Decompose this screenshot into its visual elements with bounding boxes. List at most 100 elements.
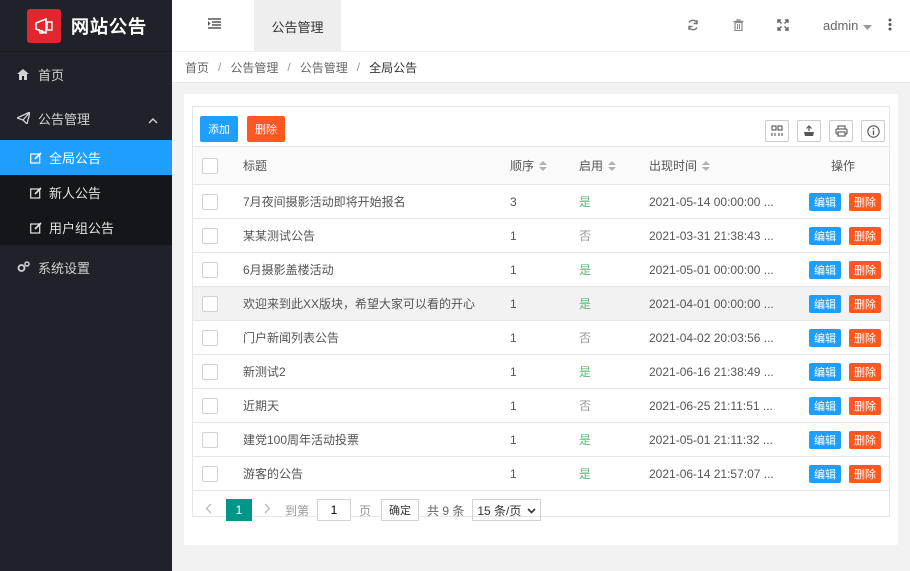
delete-button[interactable]: 删除 [849,226,881,245]
more-vertical-icon[interactable] [888,18,892,34]
sidebar-item-label: 新人公告 [49,186,102,201]
refresh-icon[interactable] [687,19,699,34]
sort-icon[interactable] [702,160,711,171]
row-time: 2021-05-14 00:00:00 ... [649,194,774,209]
delete-button[interactable]: 删除 [849,260,881,279]
row-order: 1 [510,364,517,379]
row-title: 游客的公告 [243,467,304,481]
brand[interactable]: 网站公告 [0,0,172,52]
row-title: 某某测试公告 [243,229,316,243]
chevron-up-icon [148,112,158,127]
table-row: 欢迎来到此XX版块，希望大家可以看的开心 1 是 2021-04-01 00:0… [193,287,889,321]
brand-title: 网站公告 [71,16,147,37]
breadcrumb-item[interactable]: 公告管理 [230,59,278,76]
row-checkbox[interactable] [202,397,218,414]
paper-plane-icon [16,112,30,124]
column-time[interactable]: 出现时间 [649,147,711,184]
table-row: 6月摄影盖楼活动 1 是 2021-05-01 00:00:00 ... 编辑 … [193,253,889,287]
delete-button[interactable]: 删除 [849,294,881,313]
table-row: 某某测试公告 1 否 2021-03-31 21:38:43 ... 编辑 删除 [193,219,889,253]
page-current[interactable]: 1 [226,499,252,521]
edit-button[interactable]: 编辑 [809,260,841,279]
edit-icon [30,151,42,164]
table-row: 近期天 1 否 2021-06-25 21:11:51 ... 编辑 删除 [193,389,889,423]
top-header: 公告管理 admin [172,0,910,52]
edit-button[interactable]: 编辑 [809,396,841,415]
sidebar-item-global-notice[interactable]: 全局公告 [0,140,172,175]
row-checkbox[interactable] [202,363,218,380]
export-icon[interactable] [797,120,821,142]
sort-icon[interactable] [539,160,548,171]
sidebar-item-announcement-manage[interactable]: 公告管理 [0,96,172,140]
edit-button[interactable]: 编辑 [809,328,841,347]
columns-filter-icon[interactable] [765,120,789,142]
breadcrumb-item[interactable]: 公告管理 [300,59,348,76]
sidebar-item-newbie-notice[interactable]: 新人公告 [0,175,172,210]
row-order: 3 [510,194,517,209]
sidebar-subnav: 全局公告 新人公告 用户组公告 [0,140,172,245]
row-checkbox[interactable] [202,465,218,482]
delete-button[interactable]: 删除 [849,192,881,211]
page-jump-input[interactable] [317,499,352,521]
menu-toggle-icon[interactable] [208,18,221,32]
column-enabled[interactable]: 启用 [579,147,617,184]
info-icon[interactable] [861,120,885,142]
delete-button[interactable]: 删除 [849,362,881,381]
sort-icon[interactable] [608,160,617,171]
trash-icon[interactable] [733,19,744,34]
row-checkbox[interactable] [202,295,218,312]
edit-button[interactable]: 编辑 [809,430,841,449]
sidebar-item-usergroup-notice[interactable]: 用户组公告 [0,210,172,245]
row-time: 2021-04-02 20:03:56 ... [649,330,774,345]
breadcrumb-home[interactable]: 首页 [185,59,209,76]
total-count: 共 9 条 [427,503,465,518]
page-confirm-button[interactable]: 确定 [381,499,420,521]
delete-button[interactable]: 删除 [849,328,881,347]
row-order: 1 [510,432,517,447]
edit-button[interactable]: 编辑 [809,294,841,313]
edit-button[interactable]: 编辑 [809,464,841,483]
row-time: 2021-06-25 21:11:51 ... [649,398,773,413]
chevron-down-icon [527,503,536,517]
sidebar-item-settings[interactable]: 系统设置 [0,245,172,289]
row-enabled: 是 [579,297,592,311]
table-toolbar: 添加 删除 [193,107,889,147]
sidebar-item-home[interactable]: 首页 [0,52,172,96]
column-order[interactable]: 顺序 [510,147,548,184]
edit-button[interactable]: 编辑 [809,362,841,381]
batch-delete-button[interactable]: 删除 [247,116,285,142]
add-button[interactable]: 添加 [200,116,238,142]
breadcrumb-current: 全局公告 [369,60,418,75]
next-page-icon[interactable] [264,503,271,517]
user-menu[interactable]: admin [823,18,873,33]
row-title: 新测试2 [243,365,286,379]
select-all-checkbox[interactable] [202,157,218,174]
fullscreen-icon[interactable] [777,19,789,34]
edit-button[interactable]: 编辑 [809,226,841,245]
caret-down-icon [863,18,873,33]
edit-button[interactable]: 编辑 [809,192,841,211]
table-row: 门户新闻列表公告 1 否 2021-04-02 20:03:56 ... 编辑 … [193,321,889,355]
row-order: 1 [510,330,517,345]
row-checkbox[interactable] [202,261,218,278]
row-checkbox[interactable] [202,329,218,346]
row-enabled: 是 [579,263,592,277]
row-checkbox[interactable] [202,193,218,210]
pagination: 1 到第 页 确定 共 9 条 15 条/页 [193,495,889,525]
per-page-select[interactable]: 15 条/页 [472,499,542,521]
delete-button[interactable]: 删除 [849,396,881,415]
row-checkbox[interactable] [202,227,218,244]
print-icon[interactable] [829,120,853,142]
delete-button[interactable]: 删除 [849,430,881,449]
tab-announcement-manage[interactable]: 公告管理 [254,0,341,52]
prev-page-icon[interactable] [205,503,212,517]
row-order: 1 [510,228,517,243]
row-time: 2021-06-14 21:57:07 ... [649,466,774,481]
delete-button[interactable]: 删除 [849,464,881,483]
row-checkbox[interactable] [202,431,218,448]
sidebar-item-label: 首页 [38,67,65,83]
content-card: 添加 删除 标题 顺序 启用 出现时间 操作 7月夜间摄影活动即将开始报名 3 … [184,94,898,545]
sidebar-item-label: 用户组公告 [49,221,115,236]
row-enabled: 是 [579,365,592,379]
column-actions: 操作 [831,159,856,173]
